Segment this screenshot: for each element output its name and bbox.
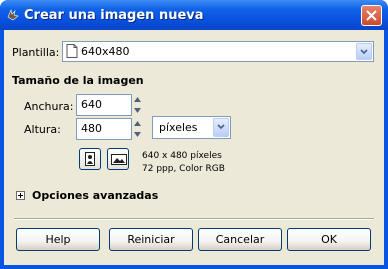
- separator: [14, 218, 374, 220]
- window-title: Crear una imagen nueva: [24, 8, 204, 23]
- height-label: Altura:: [24, 123, 61, 136]
- width-label: Anchura:: [24, 100, 74, 113]
- title-bar[interactable]: Crear una imagen nueva: [0, 0, 388, 30]
- template-label: Plantilla:: [12, 46, 60, 59]
- portrait-icon: [85, 152, 95, 166]
- width-input[interactable]: 640: [76, 94, 132, 116]
- dialog-window: Crear una imagen nueva Plantilla: 640x48…: [0, 0, 388, 269]
- unit-dropdown-button[interactable]: [213, 118, 229, 137]
- template-combo[interactable]: 640x480: [62, 41, 374, 62]
- cancel-button[interactable]: Cancelar: [198, 228, 282, 251]
- landscape-icon: [111, 154, 127, 165]
- unit-combo[interactable]: píxeles: [152, 116, 231, 139]
- expand-icon[interactable]: [16, 191, 25, 200]
- image-info: 640 x 480 píxeles 72 ppp, Color RGB: [142, 150, 225, 176]
- image-size-heading: Tamaño de la imagen: [12, 74, 144, 87]
- help-button[interactable]: Help: [16, 228, 100, 251]
- advanced-options-toggle[interactable]: Opciones avanzadas: [32, 189, 158, 202]
- chevron-down-icon: [217, 124, 225, 130]
- chevron-down-icon: [360, 49, 368, 55]
- portrait-button[interactable]: [79, 148, 101, 170]
- close-button[interactable]: [361, 5, 382, 26]
- image-info-size: 640 x 480 píxeles: [142, 151, 222, 161]
- close-icon: [366, 10, 377, 21]
- height-input[interactable]: 480: [76, 118, 132, 140]
- unit-value: píxeles: [159, 121, 198, 134]
- ok-button[interactable]: OK: [287, 228, 371, 251]
- gimp-wilber-icon: [6, 8, 20, 22]
- width-spinner[interactable]: [132, 94, 143, 116]
- image-info-details: 72 ppp, Color RGB: [142, 164, 225, 174]
- reset-button[interactable]: Reiniciar: [109, 228, 193, 251]
- dialog-body: Plantilla: 640x480 Tamaño de la imagen A…: [4, 30, 384, 265]
- template-icon: [66, 44, 78, 61]
- template-value: 640x480: [81, 45, 130, 58]
- height-spinner[interactable]: [132, 118, 143, 140]
- template-dropdown-button[interactable]: [356, 43, 372, 60]
- landscape-button[interactable]: [107, 148, 129, 170]
